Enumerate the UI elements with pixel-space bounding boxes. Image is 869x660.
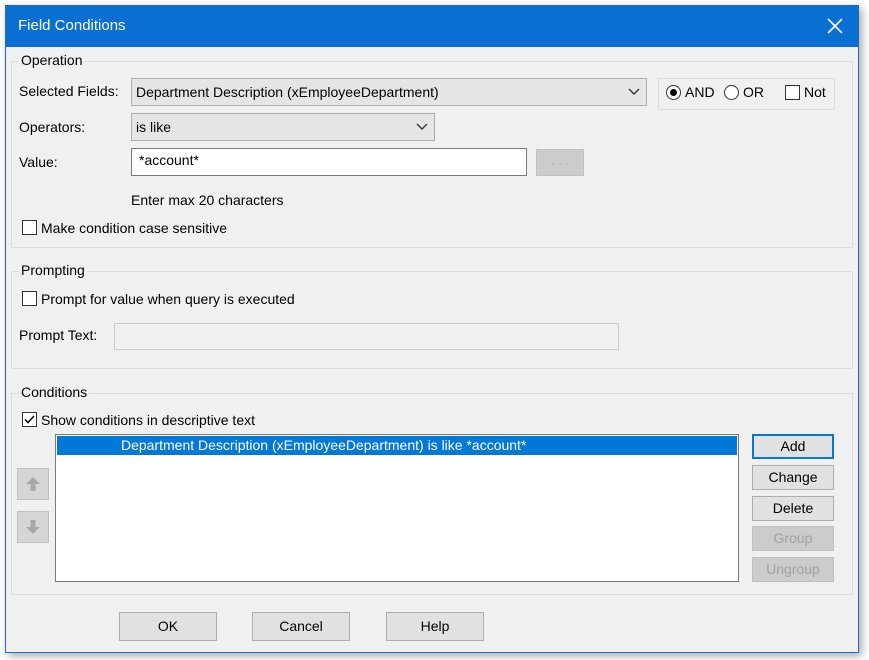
prompt-text-label: Prompt Text: xyxy=(19,327,98,343)
radio-selected-dot xyxy=(670,89,677,96)
selected-fields-label: Selected Fields: xyxy=(19,83,119,99)
add-button[interactable]: Add xyxy=(752,434,834,459)
chevron-down-icon xyxy=(416,123,428,130)
ok-button[interactable]: OK xyxy=(119,612,217,641)
cancel-button[interactable]: Cancel xyxy=(252,612,350,641)
prompting-group xyxy=(11,271,853,369)
conditions-list[interactable]: Department Description (xEmployeeDepartm… xyxy=(55,434,739,582)
show-descriptive-checkbox[interactable] xyxy=(22,412,37,427)
or-label: OR xyxy=(743,84,764,100)
and-radio[interactable] xyxy=(666,85,681,100)
close-button[interactable] xyxy=(812,6,858,47)
ungroup-button[interactable]: Ungroup xyxy=(752,557,834,582)
move-down-button[interactable] xyxy=(17,511,49,543)
max-chars-hint: Enter max 20 characters xyxy=(131,192,284,208)
group-button[interactable]: Group xyxy=(752,526,834,551)
move-up-button[interactable] xyxy=(17,468,49,500)
value-text: *account* xyxy=(139,152,199,168)
arrow-down-icon xyxy=(26,520,40,534)
checkmark-icon xyxy=(24,415,35,424)
operator-value: is like xyxy=(136,119,172,135)
field-conditions-dialog: Field Conditions Operation Selected Fiel… xyxy=(5,5,859,653)
title-bar: Field Conditions xyxy=(6,6,858,47)
close-icon xyxy=(827,18,843,34)
prompt-checkbox[interactable] xyxy=(22,291,37,306)
value-label: Value: xyxy=(19,154,58,170)
prompt-checkbox-label: Prompt for value when query is executed xyxy=(41,291,295,307)
selected-fields-combo[interactable]: Department Description (xEmployeeDepartm… xyxy=(131,78,647,106)
window-title: Field Conditions xyxy=(18,17,126,34)
selected-fields-value: Department Description (xEmployeeDepartm… xyxy=(136,84,439,100)
operation-group-title: Operation xyxy=(19,52,85,68)
operators-label: Operators: xyxy=(19,119,86,135)
and-label: AND xyxy=(685,84,715,100)
condition-text: Department Description (xEmployeeDepartm… xyxy=(121,437,527,453)
list-item[interactable]: Department Description (xEmployeeDepartm… xyxy=(57,436,737,455)
browse-button[interactable]: . . . xyxy=(536,149,584,176)
show-descriptive-label: Show conditions in descriptive text xyxy=(41,412,255,428)
not-label: Not xyxy=(804,84,826,100)
case-sensitive-label: Make condition case sensitive xyxy=(41,220,227,236)
operators-combo[interactable]: is like xyxy=(131,113,435,141)
change-button[interactable]: Change xyxy=(752,465,834,490)
help-button[interactable]: Help xyxy=(386,612,484,641)
chevron-down-icon xyxy=(628,88,640,95)
or-radio[interactable] xyxy=(724,85,739,100)
not-checkbox[interactable] xyxy=(785,85,800,100)
arrow-up-icon xyxy=(26,477,40,491)
delete-button[interactable]: Delete xyxy=(752,496,834,521)
value-input[interactable]: *account* xyxy=(131,148,527,176)
conditions-group-title: Conditions xyxy=(19,384,90,400)
prompt-text-input[interactable] xyxy=(114,323,619,350)
prompting-group-title: Prompting xyxy=(19,262,87,278)
case-sensitive-checkbox[interactable] xyxy=(22,220,37,235)
